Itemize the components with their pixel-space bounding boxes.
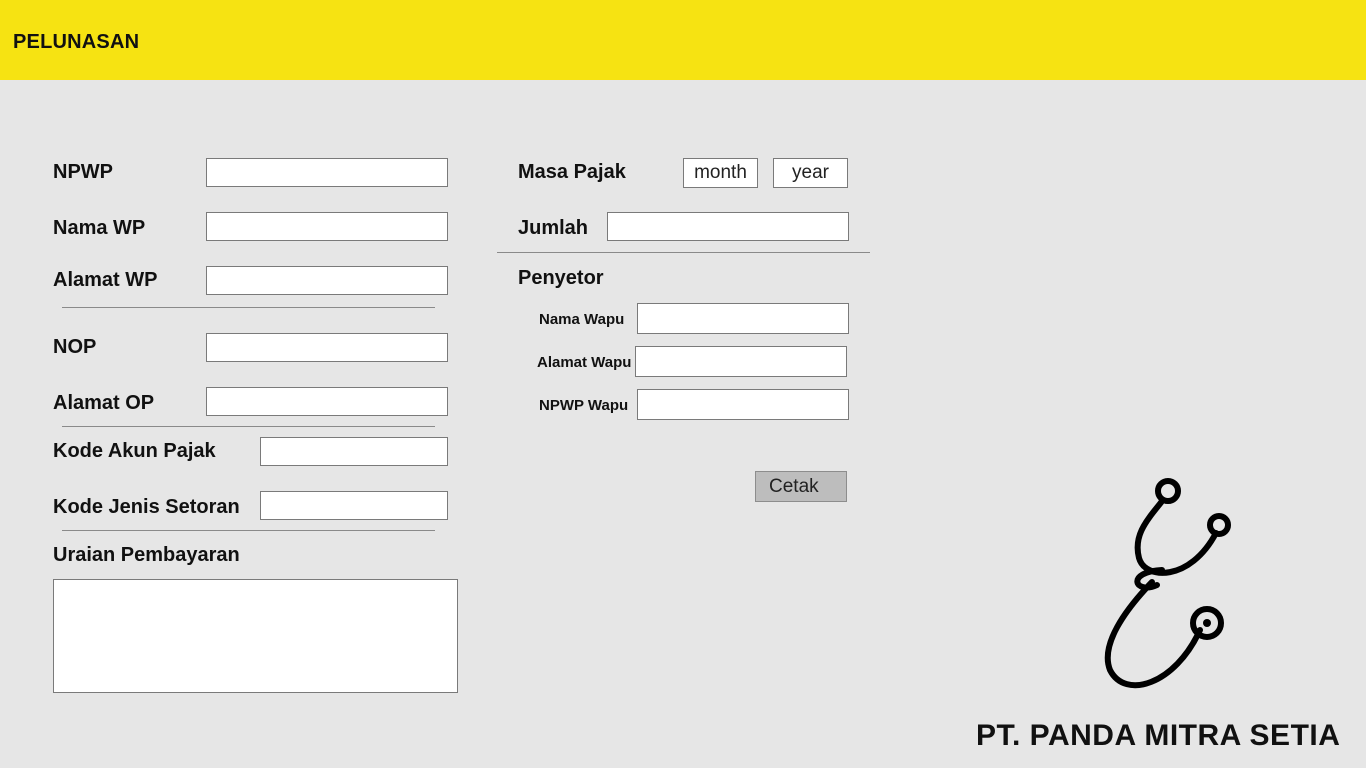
kode-akun-pajak-label: Kode Akun Pajak bbox=[53, 440, 216, 462]
jumlah-field[interactable] bbox=[607, 212, 849, 241]
masa-pajak-label: Masa Pajak bbox=[518, 161, 626, 183]
uraian-pembayaran-label: Uraian Pembayaran bbox=[53, 544, 240, 566]
alamat-op-field[interactable] bbox=[206, 387, 448, 416]
month-field[interactable]: month bbox=[683, 158, 758, 188]
year-field[interactable]: year bbox=[773, 158, 848, 188]
nop-field[interactable] bbox=[206, 333, 448, 362]
header-bar: PELUNASAN bbox=[0, 0, 1366, 80]
section-divider bbox=[62, 530, 435, 531]
alamat-op-label: Alamat OP bbox=[53, 392, 155, 414]
nama-wapu-field[interactable] bbox=[637, 303, 849, 334]
npwp-field[interactable] bbox=[206, 158, 448, 187]
nama-wp-field[interactable] bbox=[206, 212, 448, 241]
alamat-wapu-field[interactable] bbox=[635, 346, 847, 377]
section-divider bbox=[62, 426, 435, 427]
alamat-wp-field[interactable] bbox=[206, 266, 448, 295]
kode-akun-pajak-field[interactable] bbox=[260, 437, 448, 466]
npwp-label: NPWP bbox=[53, 161, 113, 183]
kode-jenis-setoran-label: Kode Jenis Setoran bbox=[53, 496, 240, 518]
cetak-button[interactable]: Cetak bbox=[755, 471, 847, 502]
kode-jenis-setoran-field[interactable] bbox=[260, 491, 448, 520]
alamat-wapu-label: Alamat Wapu bbox=[537, 354, 632, 371]
section-divider bbox=[497, 252, 870, 253]
jumlah-label: Jumlah bbox=[518, 217, 589, 239]
nop-label: NOP bbox=[53, 336, 97, 358]
uraian-pembayaran-textarea[interactable] bbox=[53, 579, 458, 693]
penyetor-heading: Penyetor bbox=[518, 267, 604, 289]
npwp-wapu-field[interactable] bbox=[637, 389, 849, 420]
nama-wp-label: Nama WP bbox=[53, 217, 146, 239]
npwp-wapu-label: NPWP Wapu bbox=[539, 397, 629, 414]
nama-wapu-label: Nama Wapu bbox=[539, 311, 625, 328]
page-title: PELUNASAN bbox=[13, 31, 140, 53]
alamat-wp-label: Alamat WP bbox=[53, 269, 158, 291]
section-divider bbox=[62, 307, 435, 308]
stethoscope-icon bbox=[1104, 478, 1231, 689]
company-name: PT. PANDA MITRA SETIA bbox=[976, 719, 1341, 752]
